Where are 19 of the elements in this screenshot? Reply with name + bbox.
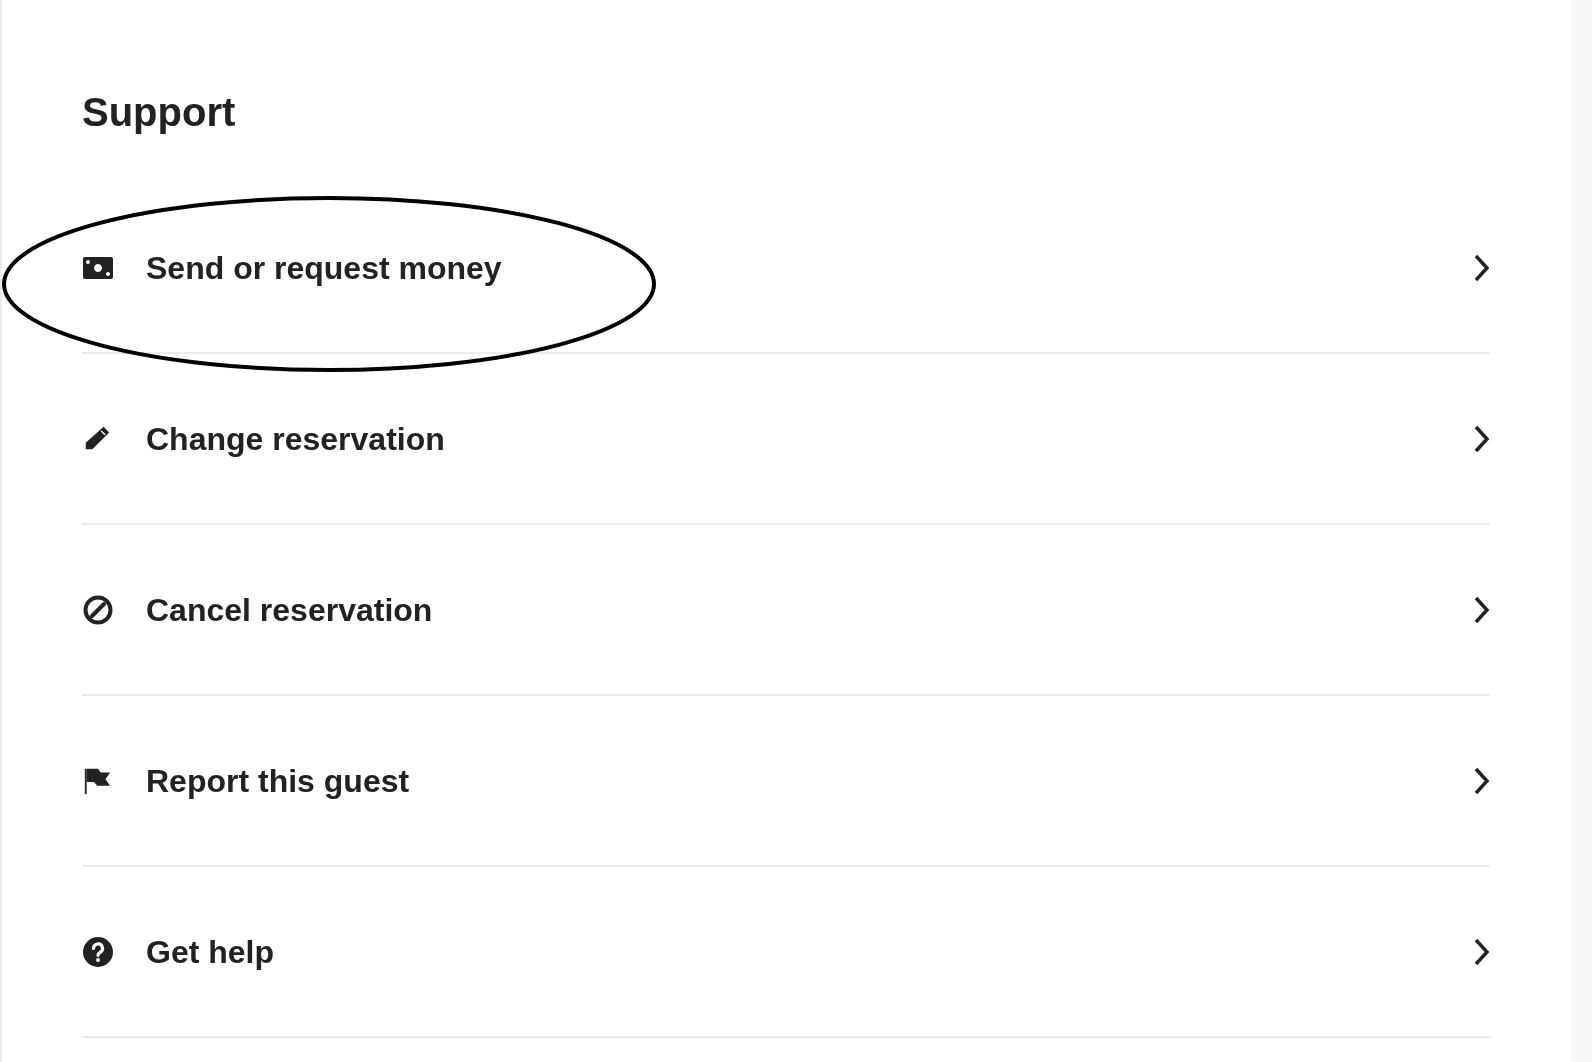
chevron-right-icon [1472, 594, 1490, 625]
menu-row[interactable]: Get help [82, 867, 1490, 1038]
row-label: Report this guest [146, 761, 411, 801]
row-label: Get help [146, 932, 275, 972]
chevron-right-icon [1472, 936, 1490, 967]
row-label: Cancel reservation [146, 590, 434, 630]
row-label: Change reservation [146, 419, 446, 459]
prohibited-icon [82, 593, 114, 626]
menu-row[interactable]: Send or request money [82, 183, 1490, 354]
chevron-right-icon [1472, 765, 1490, 796]
row-label: Send or request money [146, 248, 503, 288]
banknote-icon [82, 255, 114, 280]
page-title: Support [82, 89, 236, 136]
help-icon [82, 935, 114, 968]
chevron-right-icon [1472, 252, 1490, 283]
menu-row[interactable]: Cancel reservation [82, 525, 1490, 696]
menu-row[interactable]: Change reservation [82, 354, 1490, 525]
chevron-right-icon [1472, 423, 1490, 454]
menu-row[interactable]: Report this guest [82, 696, 1490, 867]
